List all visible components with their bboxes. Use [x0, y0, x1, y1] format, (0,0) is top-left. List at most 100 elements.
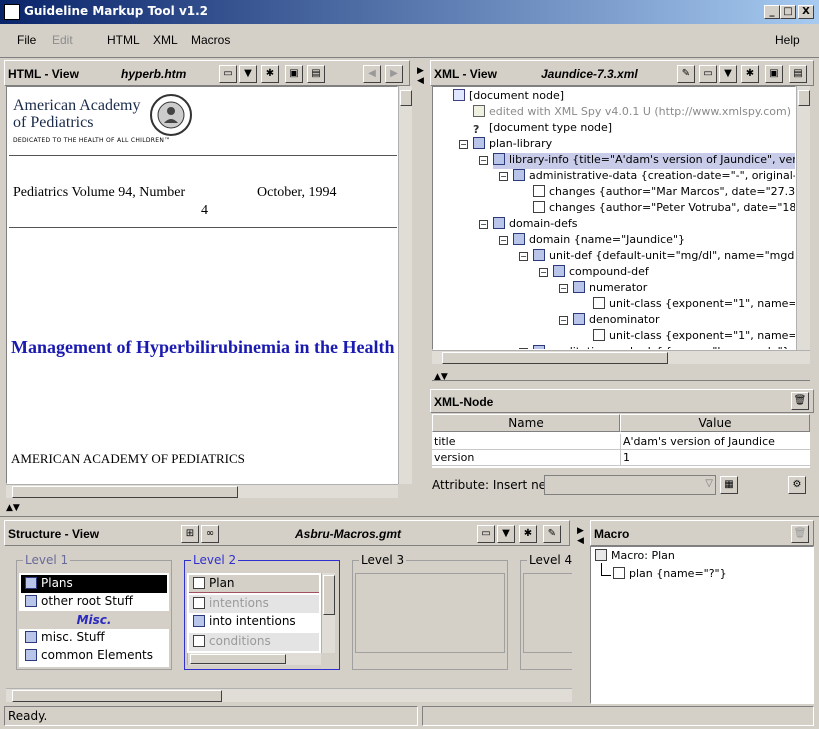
- html-hscroll-thumb[interactable]: [12, 486, 238, 498]
- xml-tree-node[interactable]: [document node]: [453, 89, 564, 105]
- level-2-hscroll-thumb[interactable]: [190, 654, 286, 664]
- delete-icon[interactable]: 🗑: [791, 525, 809, 543]
- html-vscroll-thumb[interactable]: [400, 90, 412, 106]
- collapse-toggle-icon[interactable]: −: [539, 268, 548, 277]
- save-icon[interactable]: ▣: [285, 65, 303, 83]
- xml-tree-node[interactable]: edited with XML Spy v4.0.1 U (http://www…: [473, 105, 795, 121]
- back-arrow-icon[interactable]: ◀: [363, 65, 381, 83]
- menu-help[interactable]: Help: [775, 33, 800, 47]
- dropdown-arrow-icon[interactable]: ▼: [239, 65, 257, 83]
- open-icon[interactable]: ▭: [219, 65, 237, 83]
- menu-xml[interactable]: XML: [153, 33, 178, 47]
- collapse-arrows-icon[interactable]: ▲▼: [6, 503, 20, 513]
- xml-node-table[interactable]: Name Value title A'dam's version of Jaun…: [432, 414, 810, 468]
- html-view-vscroll[interactable]: [398, 86, 412, 484]
- process-icon[interactable]: ✱: [741, 65, 759, 83]
- open-icon[interactable]: ▭: [699, 65, 717, 83]
- vertical-splitter-2[interactable]: ▶ ◀: [574, 520, 588, 704]
- minimize-button[interactable]: _: [764, 5, 780, 19]
- collapse-toggle-icon[interactable]: −: [519, 252, 528, 261]
- level-2-hscroll[interactable]: [187, 653, 321, 665]
- xml-tree-node[interactable]: administrative-data {creation-date="-", …: [513, 169, 795, 185]
- level-item-misc-stuff[interactable]: misc. Stuff: [21, 629, 167, 647]
- level-2-vscroll[interactable]: [321, 573, 335, 653]
- settings-icon[interactable]: ⚙: [788, 476, 806, 494]
- delete-icon[interactable]: 🗑: [791, 392, 809, 410]
- xml-tree-node[interactable]: unit-class {exponent="1", name="mass"}: [593, 297, 795, 313]
- menu-file[interactable]: File: [17, 33, 36, 47]
- collapse-toggle-icon[interactable]: −: [559, 284, 568, 293]
- menu-macros[interactable]: Macros: [191, 33, 230, 47]
- binoculars-icon[interactable]: ∞: [201, 525, 219, 543]
- attribute-combo[interactable]: ▽: [544, 475, 716, 495]
- xml-tree-node[interactable]: denominator: [573, 313, 660, 329]
- xml-tree-hscroll[interactable]: [432, 350, 810, 364]
- collapse-toggle-icon[interactable]: −: [459, 140, 468, 149]
- attr-name-cell[interactable]: title: [432, 434, 620, 450]
- menu-html[interactable]: HTML: [107, 33, 140, 47]
- collapse-toggle-icon[interactable]: −: [559, 316, 568, 325]
- level-4-box: Level 4: [520, 553, 572, 670]
- forward-arrow-icon[interactable]: ▶: [385, 65, 403, 83]
- xml-tree-vscroll[interactable]: [796, 86, 810, 350]
- xml-tree-node[interactable]: numerator: [573, 281, 647, 297]
- xml-tree-node[interactable]: domain-defs: [493, 217, 578, 233]
- edit-icon[interactable]: ✎: [543, 525, 561, 543]
- xml-tree-node[interactable]: changes {author="Peter Votruba", date="1…: [533, 201, 795, 217]
- structure-hscroll[interactable]: [6, 688, 572, 702]
- table-icon[interactable]: ▦: [720, 476, 738, 494]
- collapse-toggle-icon[interactable]: −: [479, 220, 488, 229]
- save-icon[interactable]: ▣: [765, 65, 783, 83]
- maximize-button[interactable]: □: [780, 5, 796, 19]
- collapse-toggle-icon[interactable]: −: [499, 236, 508, 245]
- structure-hscroll-thumb[interactable]: [12, 690, 222, 702]
- level-item-into-intentions[interactable]: into intentions: [189, 613, 319, 631]
- level-item-plan[interactable]: Plan: [189, 575, 319, 593]
- open-icon[interactable]: ▭: [477, 525, 495, 543]
- xml-tree-node[interactable]: ? [document type node]: [473, 121, 612, 137]
- close-button[interactable]: X: [798, 5, 814, 19]
- process-icon[interactable]: ✱: [261, 65, 279, 83]
- xml-tree-node[interactable]: compound-def: [553, 265, 649, 281]
- level-item-common-elements[interactable]: common Elements: [21, 647, 167, 665]
- col-header-value[interactable]: Value: [620, 414, 810, 432]
- attr-value-cell[interactable]: A'dam's version of Jaundice: [620, 434, 810, 450]
- splitter-arrow-icon[interactable]: ◀: [577, 536, 584, 546]
- splitter-arrow-icon[interactable]: ▶: [417, 66, 424, 76]
- process-icon[interactable]: ✱: [519, 525, 537, 543]
- attr-name-cell[interactable]: version: [432, 450, 620, 466]
- macro-tree[interactable]: Macro: Plan plan {name="?"}: [590, 546, 814, 704]
- xml-tree-node[interactable]: library-info {title="A'dam's version of …: [493, 153, 795, 169]
- level-2-vscroll-thumb[interactable]: [323, 575, 335, 615]
- macro-child-node[interactable]: plan {name="?"}: [613, 567, 727, 583]
- xml-tree[interactable]: [document node] edited with XML Spy v4.0.…: [432, 86, 796, 350]
- vertical-splitter[interactable]: ▶ ◀: [414, 60, 428, 498]
- level-item-plans[interactable]: Plans: [21, 575, 167, 593]
- attr-value-cell[interactable]: 1: [620, 450, 810, 466]
- level-item-other-root[interactable]: other root Stuff: [21, 593, 167, 611]
- xml-tree-node[interactable]: plan-library: [473, 137, 552, 153]
- xml-tree-node[interactable]: unit-class {exponent="1", name="volume"}: [593, 329, 795, 345]
- xml-vscroll-thumb[interactable]: [798, 90, 810, 106]
- dropdown-arrow-icon[interactable]: ▼: [497, 525, 515, 543]
- collapse-toggle-icon[interactable]: −: [479, 156, 488, 165]
- xml-tree-node[interactable]: changes {author="Mar Marcos", date="27.3…: [533, 185, 795, 201]
- html-view-content[interactable]: American Academy of Pediatrics DEDICATED…: [6, 86, 398, 484]
- level-item-conditions[interactable]: conditions: [189, 633, 319, 651]
- dropdown-arrow-icon[interactable]: ▼: [719, 65, 737, 83]
- save-as-icon[interactable]: ▤: [789, 65, 807, 83]
- html-view-hscroll[interactable]: [6, 484, 398, 498]
- splitter-arrow-icon[interactable]: ◀: [417, 76, 424, 86]
- filter-icon[interactable]: ▽: [705, 478, 713, 489]
- level-item-intentions[interactable]: intentions: [189, 595, 319, 613]
- xml-tree-node[interactable]: domain {name="Jaundice"}: [513, 233, 685, 249]
- xml-hscroll-thumb[interactable]: [442, 352, 668, 364]
- col-header-name[interactable]: Name: [432, 414, 620, 432]
- new-doc-icon[interactable]: ✎: [677, 65, 695, 83]
- splitter-arrow-icon[interactable]: ▶: [577, 526, 584, 536]
- macro-root-node[interactable]: Macro: Plan: [595, 549, 675, 565]
- save-as-icon[interactable]: ▤: [307, 65, 325, 83]
- xml-tree-node[interactable]: unit-def {default-unit="mg/dl", name="mg…: [533, 249, 795, 265]
- tree-icon[interactable]: ⊞: [181, 525, 199, 543]
- collapse-toggle-icon[interactable]: −: [499, 172, 508, 181]
